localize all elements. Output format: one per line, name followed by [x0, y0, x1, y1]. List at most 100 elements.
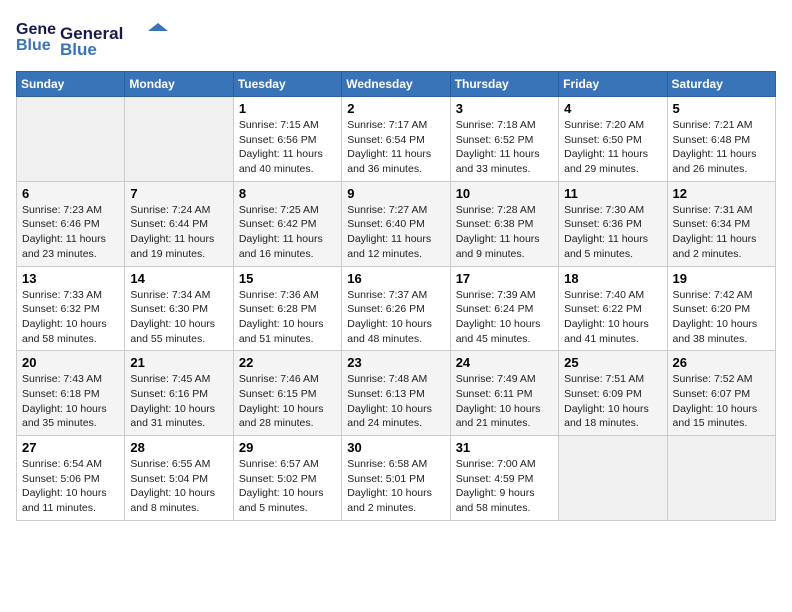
calendar-cell: 10 Sunrise: 7:28 AM Sunset: 6:38 PM Dayli… [450, 181, 558, 266]
calendar-cell [559, 436, 667, 521]
calendar-cell: 14 Sunrise: 7:34 AM Sunset: 6:30 PM Dayli… [125, 266, 233, 351]
weekday-header-friday: Friday [559, 72, 667, 97]
day-info: Sunrise: 7:42 AM Sunset: 6:20 PM Dayligh… [673, 288, 770, 347]
calendar-cell: 8Sunrise: 7:25 AM Sunset: 6:42 PM Daylig… [233, 181, 341, 266]
day-number: 26 [673, 355, 770, 370]
calendar-cell [125, 97, 233, 182]
day-number: 3 [456, 101, 553, 116]
calendar-cell: 1 Sunrise: 7:15 AM Sunset: 6:56 PM Daylig… [233, 97, 341, 182]
day-number: 8 [239, 186, 336, 201]
day-info: Sunrise: 7:27 AM Sunset: 6:40 PM Dayligh… [347, 203, 444, 262]
calendar-cell: 20Sunrise: 7:43 AM Sunset: 6:18 PM Dayli… [17, 351, 125, 436]
day-info: Sunrise: 7:15 AM Sunset: 6:56 PM Dayligh… [239, 118, 336, 177]
day-number: 1 [239, 101, 336, 116]
day-info: Sunrise: 7:48 AM Sunset: 6:13 PM Dayligh… [347, 372, 444, 431]
day-info: Sunrise: 6:54 AM Sunset: 5:06 PM Dayligh… [22, 457, 119, 516]
day-number: 16 [347, 271, 444, 286]
day-number: 21 [130, 355, 227, 370]
day-info: Sunrise: 7:33 AM Sunset: 6:32 PM Dayligh… [22, 288, 119, 347]
week-row-5: 27 Sunrise: 6:54 AM Sunset: 5:06 PM Dayli… [17, 436, 776, 521]
calendar-cell: 28 Sunrise: 6:55 AM Sunset: 5:04 PM Dayli… [125, 436, 233, 521]
calendar-cell: 5Sunrise: 7:21 AM Sunset: 6:48 PM Daylig… [667, 97, 775, 182]
calendar-cell: 27 Sunrise: 6:54 AM Sunset: 5:06 PM Dayli… [17, 436, 125, 521]
calendar-cell [667, 436, 775, 521]
calendar-cell: 9 Sunrise: 7:27 AM Sunset: 6:40 PM Daylig… [342, 181, 450, 266]
day-info: Sunrise: 7:24 AM Sunset: 6:44 PM Dayligh… [130, 203, 227, 262]
calendar-cell: 11 Sunrise: 7:30 AM Sunset: 6:36 PM Dayli… [559, 181, 667, 266]
weekday-header-row: SundayMondayTuesdayWednesdayThursdayFrid… [17, 72, 776, 97]
day-info: Sunrise: 7:17 AM Sunset: 6:54 PM Dayligh… [347, 118, 444, 177]
weekday-header-wednesday: Wednesday [342, 72, 450, 97]
day-info: Sunrise: 7:28 AM Sunset: 6:38 PM Dayligh… [456, 203, 553, 262]
day-number: 25 [564, 355, 661, 370]
calendar-cell: 21 Sunrise: 7:45 AM Sunset: 6:16 PM Dayli… [125, 351, 233, 436]
weekday-header-thursday: Thursday [450, 72, 558, 97]
calendar-cell: 22Sunrise: 7:46 AM Sunset: 6:15 PM Dayli… [233, 351, 341, 436]
calendar-cell: 15 Sunrise: 7:36 AM Sunset: 6:28 PM Dayli… [233, 266, 341, 351]
day-info: Sunrise: 7:39 AM Sunset: 6:24 PM Dayligh… [456, 288, 553, 347]
calendar-cell: 24 Sunrise: 7:49 AM Sunset: 6:11 PM Dayli… [450, 351, 558, 436]
calendar-cell: 29 Sunrise: 6:57 AM Sunset: 5:02 PM Dayli… [233, 436, 341, 521]
calendar-cell: 26 Sunrise: 7:52 AM Sunset: 6:07 PM Dayli… [667, 351, 775, 436]
day-number: 15 [239, 271, 336, 286]
weekday-header-sunday: Sunday [17, 72, 125, 97]
svg-text:Blue: Blue [60, 40, 97, 59]
day-info: Sunrise: 7:51 AM Sunset: 6:09 PM Dayligh… [564, 372, 661, 431]
day-number: 30 [347, 440, 444, 455]
day-info: Sunrise: 7:21 AM Sunset: 6:48 PM Dayligh… [673, 118, 770, 177]
calendar-cell: 25 Sunrise: 7:51 AM Sunset: 6:09 PM Dayli… [559, 351, 667, 436]
calendar-cell: 2Sunrise: 7:17 AM Sunset: 6:54 PM Daylig… [342, 97, 450, 182]
day-number: 10 [456, 186, 553, 201]
day-number: 9 [347, 186, 444, 201]
day-info: Sunrise: 7:18 AM Sunset: 6:52 PM Dayligh… [456, 118, 553, 177]
calendar-cell: 18 Sunrise: 7:40 AM Sunset: 6:22 PM Dayli… [559, 266, 667, 351]
weekday-header-saturday: Saturday [667, 72, 775, 97]
day-info: Sunrise: 7:49 AM Sunset: 6:11 PM Dayligh… [456, 372, 553, 431]
logo-icon: General Blue [16, 16, 56, 61]
day-info: Sunrise: 7:52 AM Sunset: 6:07 PM Dayligh… [673, 372, 770, 431]
day-number: 12 [673, 186, 770, 201]
logo-text-block: General Blue [60, 19, 170, 59]
day-info: Sunrise: 6:58 AM Sunset: 5:01 PM Dayligh… [347, 457, 444, 516]
day-info: Sunrise: 6:57 AM Sunset: 5:02 PM Dayligh… [239, 457, 336, 516]
day-number: 18 [564, 271, 661, 286]
calendar-cell: 3 Sunrise: 7:18 AM Sunset: 6:52 PM Daylig… [450, 97, 558, 182]
day-info: Sunrise: 7:36 AM Sunset: 6:28 PM Dayligh… [239, 288, 336, 347]
day-info: Sunrise: 7:45 AM Sunset: 6:16 PM Dayligh… [130, 372, 227, 431]
day-info: Sunrise: 7:34 AM Sunset: 6:30 PM Dayligh… [130, 288, 227, 347]
day-number: 29 [239, 440, 336, 455]
calendar-cell: 30 Sunrise: 6:58 AM Sunset: 5:01 PM Dayli… [342, 436, 450, 521]
day-number: 7 [130, 186, 227, 201]
day-number: 22 [239, 355, 336, 370]
day-number: 19 [673, 271, 770, 286]
day-number: 28 [130, 440, 227, 455]
calendar-table: SundayMondayTuesdayWednesdayThursdayFrid… [16, 71, 776, 521]
day-info: Sunrise: 7:31 AM Sunset: 6:34 PM Dayligh… [673, 203, 770, 262]
week-row-3: 13Sunrise: 7:33 AM Sunset: 6:32 PM Dayli… [17, 266, 776, 351]
week-row-2: 6 Sunrise: 7:23 AM Sunset: 6:46 PM Daylig… [17, 181, 776, 266]
svg-text:General: General [16, 21, 56, 38]
calendar-cell [17, 97, 125, 182]
day-number: 27 [22, 440, 119, 455]
day-number: 14 [130, 271, 227, 286]
calendar-cell: 6 Sunrise: 7:23 AM Sunset: 6:46 PM Daylig… [17, 181, 125, 266]
calendar-cell: 16 Sunrise: 7:37 AM Sunset: 6:26 PM Dayli… [342, 266, 450, 351]
day-info: Sunrise: 7:23 AM Sunset: 6:46 PM Dayligh… [22, 203, 119, 262]
day-info: Sunrise: 7:40 AM Sunset: 6:22 PM Dayligh… [564, 288, 661, 347]
page-header: General Blue General Blue [16, 16, 776, 61]
day-number: 6 [22, 186, 119, 201]
calendar-cell: 31Sunrise: 7:00 AM Sunset: 4:59 PM Dayli… [450, 436, 558, 521]
calendar-cell: 13Sunrise: 7:33 AM Sunset: 6:32 PM Dayli… [17, 266, 125, 351]
day-number: 17 [456, 271, 553, 286]
day-number: 11 [564, 186, 661, 201]
day-info: Sunrise: 7:37 AM Sunset: 6:26 PM Dayligh… [347, 288, 444, 347]
logo: General Blue General Blue [16, 16, 170, 61]
day-info: Sunrise: 7:20 AM Sunset: 6:50 PM Dayligh… [564, 118, 661, 177]
day-number: 20 [22, 355, 119, 370]
day-number: 24 [456, 355, 553, 370]
day-info: Sunrise: 7:00 AM Sunset: 4:59 PM Dayligh… [456, 457, 553, 516]
day-number: 4 [564, 101, 661, 116]
day-info: Sunrise: 6:55 AM Sunset: 5:04 PM Dayligh… [130, 457, 227, 516]
week-row-4: 20Sunrise: 7:43 AM Sunset: 6:18 PM Dayli… [17, 351, 776, 436]
day-info: Sunrise: 7:30 AM Sunset: 6:36 PM Dayligh… [564, 203, 661, 262]
